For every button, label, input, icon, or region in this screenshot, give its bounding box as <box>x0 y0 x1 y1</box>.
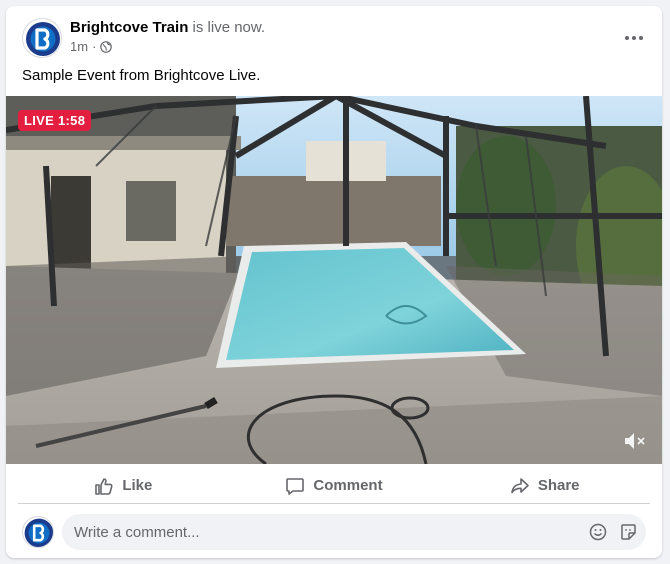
post-header: Brightcove Train is live now. 1m · <box>22 18 646 58</box>
live-badge: LIVE 1:58 <box>18 110 92 131</box>
globe-icon <box>100 41 113 53</box>
share-label: Share <box>537 477 580 494</box>
comment-box <box>62 514 646 550</box>
mute-toggle-button[interactable] <box>622 430 648 452</box>
emoji-smiley-icon[interactable] <box>588 522 608 542</box>
sticker-icon[interactable] <box>618 522 638 542</box>
comment-tools <box>588 522 638 542</box>
meta-separator: · <box>92 39 97 54</box>
like-button[interactable]: Like <box>18 468 229 503</box>
live-status-text: is live now. <box>192 19 266 36</box>
more-options-button[interactable] <box>616 20 652 56</box>
comment-composer <box>22 514 646 550</box>
brightcove-logo-icon <box>24 518 53 547</box>
speaker-muted-icon <box>625 433 645 449</box>
comment-button[interactable]: Comment <box>229 468 440 503</box>
live-video-player[interactable]: LIVE 1:58 <box>6 96 662 464</box>
video-frame <box>6 96 662 464</box>
brightcove-logo-icon <box>26 22 60 56</box>
share-arrow-icon <box>511 477 529 493</box>
page-avatar[interactable] <box>22 18 62 58</box>
page-name-link[interactable]: Brightcove Train <box>70 19 188 36</box>
thumbs-up-icon <box>95 477 113 495</box>
post-timestamp[interactable]: 1m <box>70 38 88 56</box>
post-message: Sample Event from Brightcove Live. <box>22 67 261 84</box>
post-card: Brightcove Train is live now. 1m · Sampl… <box>6 6 662 558</box>
share-button[interactable]: Share <box>439 468 650 503</box>
post-meta: 1m · <box>70 38 113 56</box>
like-label: Like <box>122 477 153 494</box>
post-author-line: Brightcove Train is live now. <box>70 18 265 38</box>
comment-input[interactable] <box>74 514 554 550</box>
user-avatar[interactable] <box>22 516 54 548</box>
comment-bubble-icon <box>286 477 305 495</box>
comment-label: Comment <box>313 477 383 494</box>
post-actions-bar: Like Comment Share <box>18 468 650 504</box>
more-dots-icon <box>625 36 643 40</box>
